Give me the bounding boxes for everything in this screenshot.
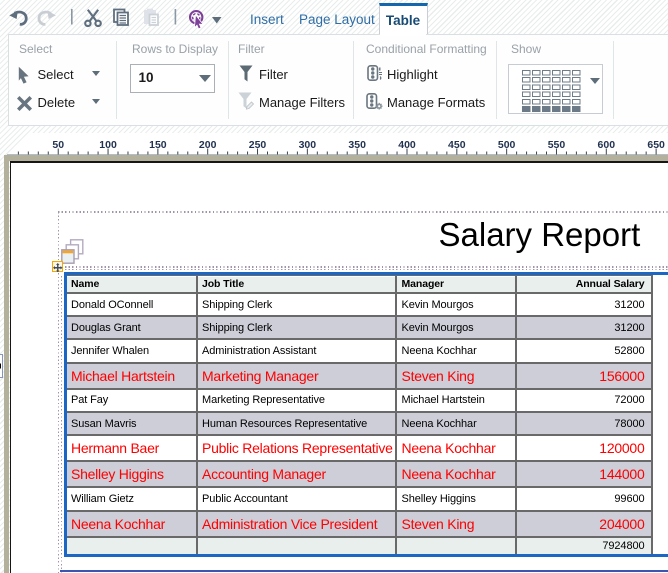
svg-text:300: 300 (299, 139, 317, 151)
svg-text:250: 250 (249, 139, 267, 151)
svg-text:550: 550 (548, 139, 566, 151)
svg-text:450: 450 (448, 139, 466, 151)
svg-text:50: 50 (52, 139, 64, 151)
svg-text:500: 500 (498, 139, 516, 151)
svg-text:200: 200 (199, 139, 217, 151)
svg-text:650: 650 (647, 139, 665, 151)
svg-text:600: 600 (598, 139, 616, 151)
svg-text:350: 350 (348, 139, 366, 151)
svg-text:100: 100 (99, 139, 117, 151)
svg-text:150: 150 (149, 139, 167, 151)
svg-text:400: 400 (398, 139, 416, 151)
